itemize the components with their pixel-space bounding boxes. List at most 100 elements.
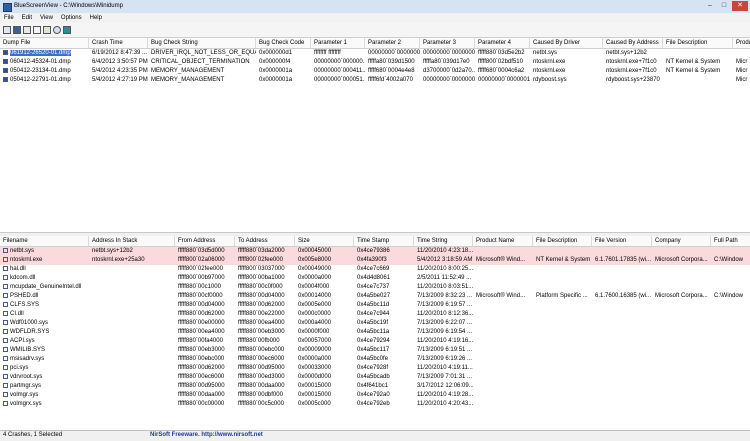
menu-file[interactable]: File [0, 13, 18, 23]
driver-row[interactable]: pci.sys fffff880`00d62000 fffff880`00d9500… [0, 364, 750, 373]
crash-cell-text: rdyboost.sys [533, 77, 567, 83]
driver-col-header[interactable]: Product Name [473, 236, 533, 246]
driver-cell: 11/20/2010 4:19:28... [414, 391, 473, 400]
driver-row[interactable]: ntoskrnl.exe ntoskrnl.exe+25a30 fffff800`0… [0, 256, 750, 265]
driver-cell: fffff880`00cf0000 [175, 292, 235, 301]
driver-cell-text: Microsoft Corpora... [655, 293, 708, 299]
driver-cell: ACPI.sys [0, 337, 89, 346]
driver-col-header[interactable]: Company [652, 236, 711, 246]
driver-cell-text: fffff880`00d62000 [238, 302, 285, 308]
find-icon[interactable] [53, 26, 61, 34]
crash-cell: fffffa80`039d1500 [365, 58, 420, 67]
driver-row[interactable]: CLFS.SYS fffff880`00d04000 fffff880`00d620… [0, 301, 750, 310]
driver-cell: vdrvroot.sys [0, 373, 89, 382]
driver-cell [533, 247, 592, 256]
driver-cell-text: 0x0005e000 [298, 302, 332, 308]
driver-cell-text: 11/20/2010 4:20:43... [417, 401, 473, 407]
crash-col-header[interactable]: Parameter 4 [475, 38, 530, 48]
driver-cell: Platform Specific ... [533, 292, 592, 301]
crash-col-header[interactable]: Crash Time [89, 38, 148, 48]
close-button[interactable]: ✕ [732, 1, 748, 11]
driver-row[interactable]: Wdf01000.sys fffff880`00e00000 fffff880`00… [0, 319, 750, 328]
driver-row[interactable]: volmgr.sys fffff880`00daa000 fffff880`00db… [0, 391, 750, 400]
crash-col-header[interactable]: Parameter 1 [311, 38, 365, 48]
crash-col-header[interactable]: File Description [663, 38, 733, 48]
crash-col-header[interactable]: Parameter 2 [365, 38, 420, 48]
driver-cell: Wdf01000.sys [0, 319, 89, 328]
crash-col-header[interactable]: Dump File [0, 38, 89, 48]
driver-col-header[interactable]: Filename [0, 236, 89, 246]
driver-row[interactable]: netbt.sys netbt.sys+12b2 fffff880`03d5d000… [0, 247, 750, 256]
driver-cell [533, 301, 592, 310]
driver-row[interactable]: partmgr.sys fffff880`00d95000 fffff880`00d… [0, 382, 750, 391]
driver-cell [89, 274, 175, 283]
properties-icon[interactable] [3, 26, 11, 34]
driver-col-header[interactable]: Time String [414, 236, 473, 246]
driver-cell: 0x4ce7c669 [354, 265, 414, 274]
crash-list-pane[interactable]: Dump File Crash Time Bug Check String Bug C… [0, 38, 750, 232]
driver-cell: 0x00009000 [295, 346, 354, 355]
html-report-icon[interactable] [43, 26, 51, 34]
driver-row[interactable]: PSHED.dll fffff880`00cf0000 fffff880`00d04… [0, 292, 750, 301]
driver-cell: 0x00045000 [295, 247, 354, 256]
driver-row[interactable]: vdrvroot.sys fffff880`00ec6000 fffff880`00… [0, 373, 750, 382]
driver-cell: 7/13/2009 6:19:57 ... [414, 301, 473, 310]
driver-col-header[interactable]: Full Path [711, 236, 750, 246]
driver-row[interactable]: ACPI.sys fffff880`00fa4000 fffff880`00fb00… [0, 337, 750, 346]
driver-cell: fffff800`02fee000 [235, 256, 295, 265]
driver-cell: fffff880`00daa000 [175, 391, 235, 400]
driver-col-header[interactable]: Size [295, 236, 354, 246]
driver-row[interactable]: hal.dll fffff800`02fee000 fffff800`0303700… [0, 265, 750, 274]
crash-col-header[interactable]: Caused By Driver [530, 38, 603, 48]
crash-col-header[interactable]: Bug Check Code [256, 38, 311, 48]
driver-cell-text: 3/17/2012 12:06:09... [417, 383, 473, 389]
menu-options[interactable]: Options [57, 13, 86, 23]
crash-col-header[interactable]: Bug Check String [148, 38, 256, 48]
driver-cell [592, 373, 652, 382]
driver-cell: 0x0005c000 [295, 400, 354, 409]
driver-row[interactable]: volmgrx.sys fffff880`00c00000 fffff880`00c… [0, 400, 750, 409]
driver-row[interactable]: mcupdate_GenuineIntel.dll fffff880`00c100… [0, 283, 750, 292]
driver-cell [592, 346, 652, 355]
driver-cell [652, 364, 711, 373]
menu-view[interactable]: View [36, 13, 57, 23]
driver-row[interactable]: CI.dll fffff880`00d62000 fffff880`00e22000… [0, 310, 750, 319]
driver-row[interactable]: msisadrv.sys fffff880`00ebc000 fffff880`00… [0, 355, 750, 364]
copy-icon[interactable] [33, 26, 41, 34]
crash-cell-text: MEMORY_MANAGEMENT [151, 68, 225, 74]
crash-row[interactable]: 050412-22791-01.dmp 5/4/2012 4:27:19 PM ME… [0, 76, 750, 85]
crash-row[interactable]: 061912-26520-01.dmp 6/19/2012 8:47:39 ...… [0, 49, 750, 58]
nirsoft-link[interactable]: NirSoft Freeware. http://www.nirsoft.net [150, 432, 263, 438]
crash-cell: MEMORY_MANAGEMENT [148, 67, 256, 76]
crash-col-header[interactable]: Produ [733, 38, 750, 48]
driver-col-header[interactable]: File Version [592, 236, 652, 246]
driver-cell: volmgr.sys [0, 391, 89, 400]
menu-edit[interactable]: Edit [18, 13, 36, 23]
driver-row[interactable]: WMILIB.SYS fffff880`00eb3000 fffff880`00eb… [0, 346, 750, 355]
driver-col-header[interactable]: To Address [235, 236, 295, 246]
driver-col-header[interactable]: File Description [533, 236, 592, 246]
minimize-button[interactable]: – [704, 1, 716, 11]
driver-list-pane[interactable]: Filename Address In Stack From Address To A… [0, 236, 750, 430]
maximize-button[interactable]: □ [718, 1, 730, 11]
crash-row[interactable]: 060412-45324-01.dmp 6/4/2012 3:50:57 PM CR… [0, 58, 750, 67]
crash-col-header[interactable]: Parameter 3 [420, 38, 475, 48]
exit-icon[interactable] [63, 26, 71, 34]
driver-cell [711, 247, 750, 256]
driver-cell: 0x4a5be027 [354, 292, 414, 301]
driver-cell: CLFS.SYS [0, 301, 89, 310]
driver-cell: 0x005e8000 [295, 256, 354, 265]
menu-help[interactable]: Help [86, 13, 106, 23]
driver-col-header[interactable]: From Address [175, 236, 235, 246]
save-icon[interactable] [13, 26, 21, 34]
crash-col-header[interactable]: Caused By Address [603, 38, 663, 48]
driver-cell: 2/5/2011 11:52:49 ... [414, 274, 473, 283]
driver-cell-text: ntoskrnl.exe+25a30 [92, 257, 145, 263]
crash-row[interactable]: 050412-23134-01.dmp 5/4/2012 4:23:35 PM ME… [0, 67, 750, 76]
driver-row[interactable]: WDFLDR.SYS fffff880`00ea4000 fffff880`00eb… [0, 328, 750, 337]
refresh-icon[interactable] [23, 26, 31, 34]
driver-cell-text: 7/13/2009 6:19:51 ... [417, 347, 473, 353]
driver-row[interactable]: kdcom.dll fffff800`00b97000 fffff800`00ba1… [0, 274, 750, 283]
driver-col-header[interactable]: Address In Stack [89, 236, 175, 246]
driver-col-header[interactable]: Time Stamp [354, 236, 414, 246]
